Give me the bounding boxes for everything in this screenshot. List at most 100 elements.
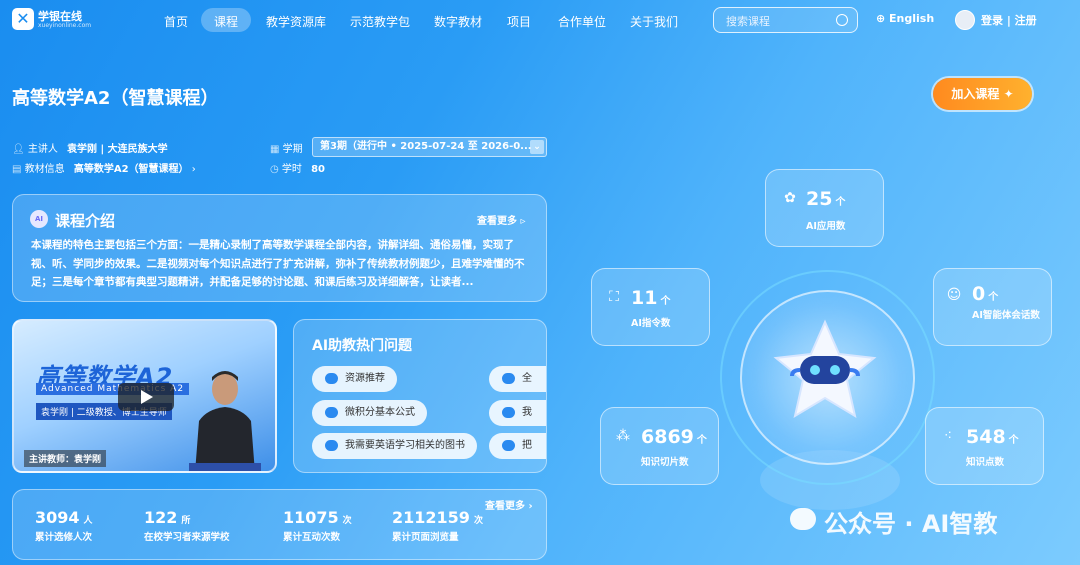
stat-unit: 次: [342, 516, 352, 526]
nav-item-projects[interactable]: 项目: [507, 12, 531, 32]
faq-chip[interactable]: 全: [489, 366, 546, 392]
nav-item-home[interactable]: 首页: [164, 12, 188, 32]
term-select-value: 第3期（进行中 • 2025-07-24 至 2026-0...: [320, 141, 532, 152]
hours-value: 80: [311, 164, 326, 175]
instructor-figure: [189, 371, 261, 471]
feature-ai-agent-sessions[interactable]: ☺ 0个 AI智能体会话数: [933, 268, 1052, 346]
stat-label: 累计页面浏览量: [392, 532, 459, 543]
feature-unit: 个: [835, 197, 846, 208]
cluster-icon: ⁂: [616, 428, 630, 444]
faq-chip-label: 把: [522, 440, 532, 451]
course-video-player[interactable]: 高等数学A2 Advanced Mathematics A2 袁学刚 | 二级教…: [12, 319, 277, 473]
feature-unit: 个: [696, 435, 707, 446]
stat-unit: 所: [181, 516, 191, 526]
feature-knowledge-slices[interactable]: ⁂ 6869 个 知识切片数: [600, 407, 719, 485]
stat-label: 在校学习者来源学校: [144, 532, 230, 543]
feature-number: 0: [972, 283, 986, 305]
faq-chip[interactable]: 资源推荐: [312, 366, 397, 392]
logo-icon[interactable]: ✕: [12, 8, 34, 30]
stat-label: 累计选修人次: [35, 532, 93, 543]
faq-chip[interactable]: 我需要英语学习相关的图书: [312, 433, 477, 459]
chat-bubble-icon: [325, 373, 338, 384]
nav-item-resource-library[interactable]: 教学资源库: [266, 12, 326, 32]
feature-label: AI应用数: [806, 221, 846, 232]
stat-item: 122 所 在校学习者来源学校: [144, 508, 230, 543]
top-nav: ✕ 学银在线 xueyinonline.com 首页 课程 教学资源库 示范教学…: [0, 0, 1080, 40]
chat-bubble-icon: [502, 373, 515, 384]
faq-chip-label: 资源推荐: [345, 373, 385, 384]
stat-label: 累计互动次数: [283, 532, 341, 543]
intro-see-more-link[interactable]: 查看更多 ▹: [477, 212, 526, 227]
hours-label: 学时: [281, 164, 302, 175]
robot-mascot-icon: [773, 319, 877, 419]
chevron-right-icon: ›: [191, 164, 196, 175]
stat-item: 11075 次 累计互动次数: [283, 508, 352, 543]
term-select[interactable]: 第3期（进行中 • 2025-07-24 至 2026-0... ⌄: [312, 137, 547, 157]
faq-chip-label: 全: [522, 373, 532, 384]
feature-label: AI指令数: [631, 318, 671, 329]
stat-number: 122: [144, 508, 178, 527]
nodes-icon: ⁖: [943, 428, 953, 444]
gear-icon: ✿: [784, 190, 796, 206]
nav-item-courses[interactable]: 课程: [214, 12, 238, 32]
stat-item: 3094 人 累计选修人次: [35, 508, 93, 543]
sparkle-icon: ✦: [1003, 87, 1014, 101]
chat-bubble-icon: [502, 407, 515, 418]
chevron-down-icon[interactable]: ⌄: [530, 140, 544, 154]
chat-bubble-icon: [325, 440, 338, 451]
faq-chip[interactable]: 把: [489, 433, 546, 459]
triangle-right-icon: ▹: [520, 216, 526, 227]
user-icon: 👤︎: [12, 144, 28, 155]
feature-label: 知识切片数: [641, 457, 689, 468]
feature-number: 6869: [641, 426, 694, 448]
feature-unit: 个: [1008, 435, 1019, 446]
chat-bubble-icon: [325, 407, 338, 418]
hours-row: ◷ 学时 80: [270, 160, 325, 175]
faq-chip-label: 微积分基本公式: [345, 407, 415, 418]
textbook-label: 教材信息: [24, 164, 65, 175]
logo-subtext: xueyinonline.com: [38, 22, 92, 29]
play-button[interactable]: [118, 383, 174, 411]
lecturer-label: 主讲人: [27, 144, 58, 155]
book-icon: ▤: [12, 164, 25, 175]
ai-badge-icon: AI: [30, 210, 48, 228]
avatar[interactable]: [955, 10, 975, 30]
video-teacher-label: 主讲教师：袁学刚: [24, 450, 107, 467]
textbook-value[interactable]: 高等数学A2（智慧课程）: [74, 164, 189, 175]
faq-chip-label: 我: [522, 407, 532, 418]
login-register-link[interactable]: 登录 | 注册: [981, 12, 1037, 28]
feature-unit: 个: [660, 296, 671, 307]
search-placeholder: 搜索课程: [726, 15, 770, 28]
feature-ai-instructions[interactable]: ⛶ 11 个 AI指令数: [591, 268, 710, 346]
textbook-row[interactable]: ▤ 教材信息 高等数学A2（智慧课程） ›: [12, 160, 196, 175]
feature-label: 知识点数: [966, 457, 1005, 468]
nav-item-partners[interactable]: 合作单位: [558, 12, 606, 32]
feature-number: 25: [806, 188, 833, 210]
nav-item-about[interactable]: 关于我们: [630, 12, 678, 32]
feature-ai-apps[interactable]: ✿ 25 个 AI应用数: [765, 169, 884, 247]
feature-number: 11: [631, 287, 658, 309]
join-course-button[interactable]: 加入课程 ✦: [933, 78, 1032, 110]
faq-chip[interactable]: 我: [489, 400, 546, 426]
page-title: 高等数学A2（智慧课程）: [12, 88, 219, 109]
feature-unit: 个: [988, 292, 999, 303]
feature-knowledge-points[interactable]: ⁖ 548 个 知识点数: [925, 407, 1044, 485]
intro-text: 本课程的特色主要包括三个方面：一是精心录制了高等数学课程全部内容，讲解详细、通俗…: [31, 239, 525, 288]
lecturer-row: 👤︎ 主讲人 袁学刚 | 大连民族大学: [12, 140, 168, 155]
chevron-right-icon: ›: [528, 501, 533, 512]
nav-item-demo-packages[interactable]: 示范教学包: [350, 12, 410, 32]
faq-chip-label: 我需要英语学习相关的图书: [345, 440, 465, 451]
feature-number: 548: [966, 426, 1006, 448]
language-switch[interactable]: ⊕ English: [876, 12, 934, 25]
stats-see-more-link[interactable]: 查看更多 ›: [485, 497, 533, 512]
chat-bubble-icon: [502, 440, 515, 451]
faq-chip[interactable]: 微积分基本公式: [312, 400, 427, 426]
nav-item-digital-textbooks[interactable]: 数字教材: [434, 12, 482, 32]
term-row: ▦ 学期: [270, 140, 303, 155]
stats-see-more-label: 查看更多: [485, 501, 525, 512]
search-icon[interactable]: [836, 14, 848, 26]
stat-number: 11075: [283, 508, 339, 527]
watermark-text: 公众号 · AI智教: [824, 510, 998, 538]
play-icon: [141, 390, 153, 404]
search-input[interactable]: 搜索课程: [713, 7, 858, 33]
